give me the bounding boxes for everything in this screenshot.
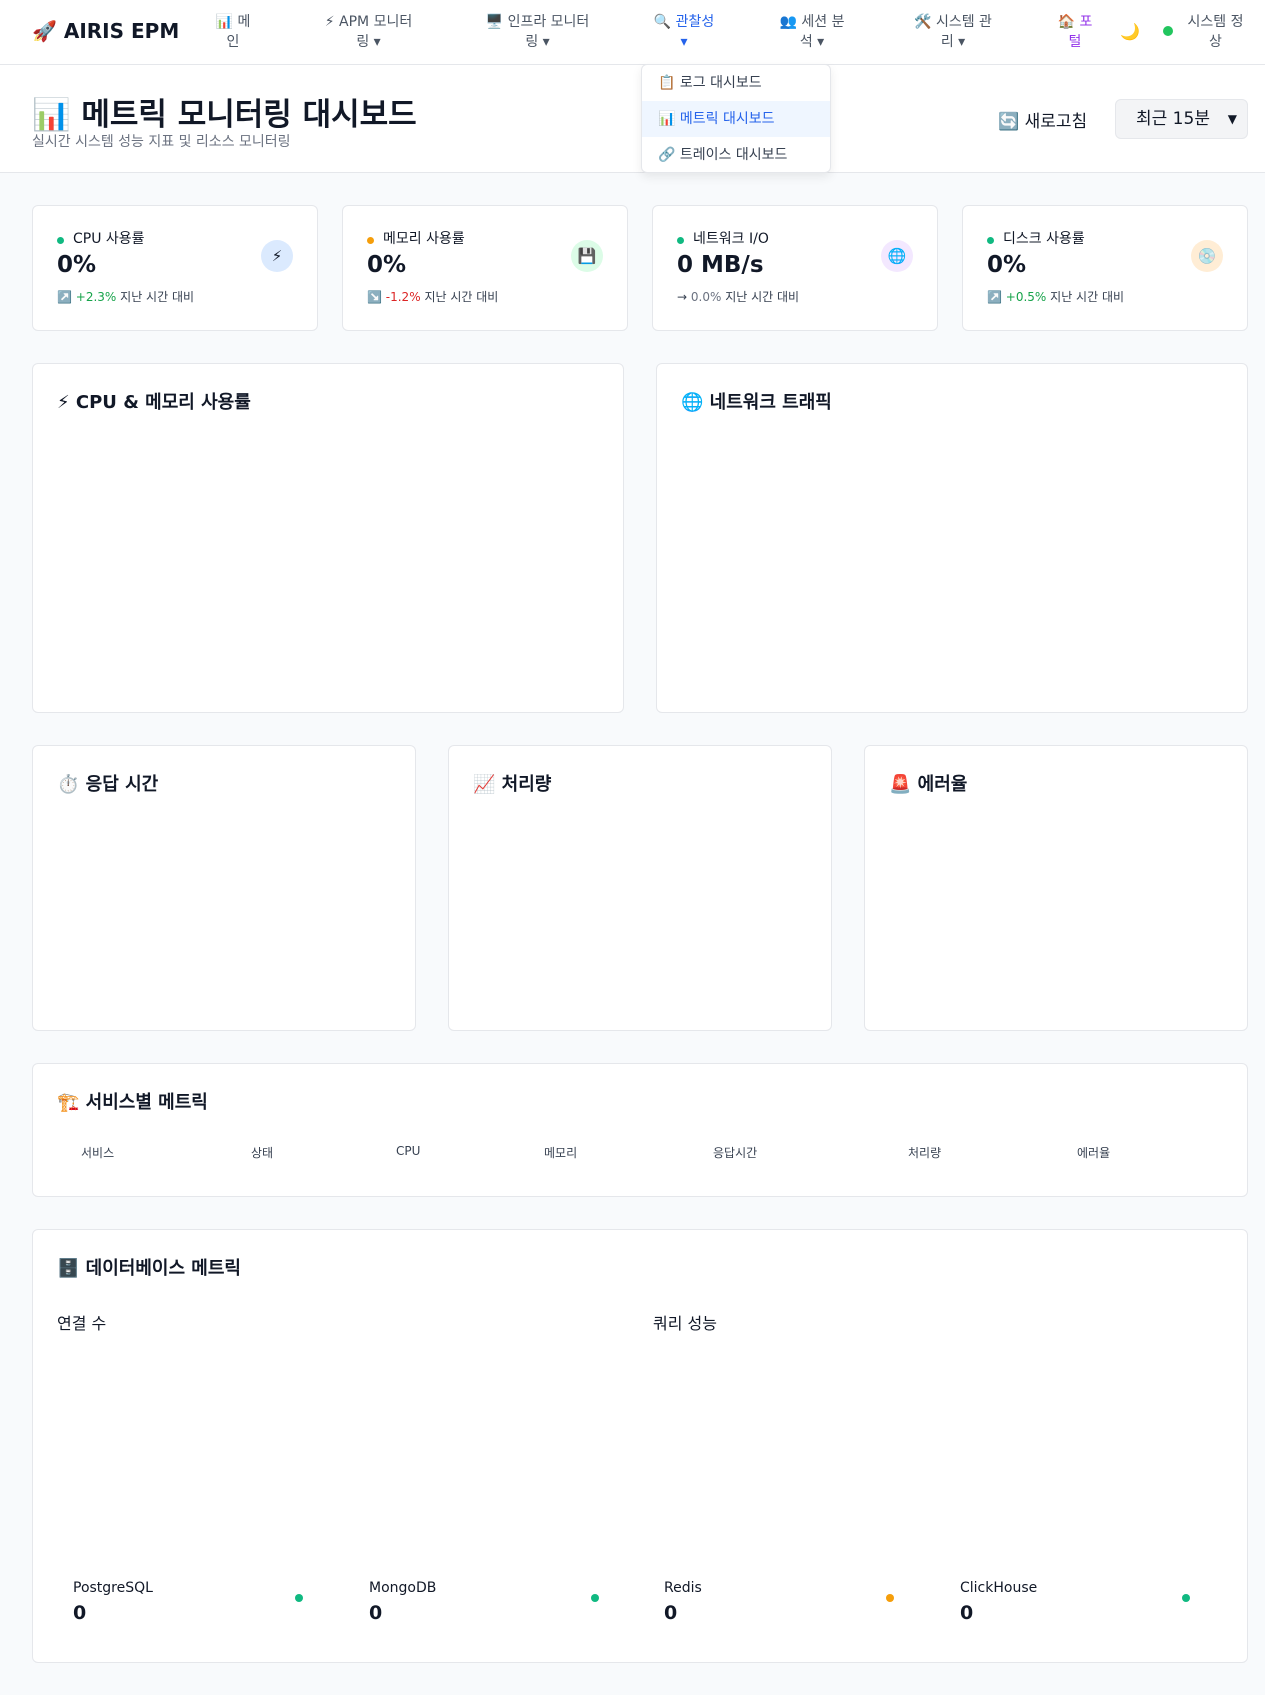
db-name: Redis: [664, 1580, 702, 1596]
status-dot: [886, 1594, 894, 1602]
page-title: 📊 메트릭 모니터링 대시보드: [32, 97, 417, 133]
stat-change: ↗️ +0.5% 지난 시간 대비: [987, 290, 1125, 304]
stat-change: ↗️ +2.3% 지난 시간 대비: [57, 290, 195, 304]
globe-icon: 🌐: [881, 240, 913, 272]
db-item-mongodb: MongoDB 0: [353, 1580, 613, 1640]
nav-system-admin[interactable]: 🛠️ 시스템 관 리 ▾: [910, 12, 996, 52]
nav-observability[interactable]: 🔍 관찰성 ▾: [650, 12, 718, 52]
floppy-disk-icon: 💾: [571, 240, 603, 272]
column-header-status[interactable]: 상태: [251, 1144, 273, 1161]
status-dot: [591, 1594, 599, 1602]
refresh-button[interactable]: 🔄 새로고침: [998, 107, 1087, 132]
stat-card-network: 네트워크 I/O 0 MB/s → 0.0% 지난 시간 대비 🌐: [652, 205, 938, 331]
status-dot: [295, 1594, 303, 1602]
observability-dropdown: 📋 로그 대시보드 📊 메트릭 대시보드 🔗 트레이스 대시보드: [641, 64, 831, 173]
column-header-service[interactable]: 서비스: [81, 1144, 114, 1161]
status-dot: [987, 237, 994, 244]
panel-title: 📈 처리량: [473, 774, 552, 795]
connections-label: 연결 수: [57, 1314, 107, 1333]
db-item-postgresql: PostgreSQL 0: [57, 1580, 317, 1640]
column-header-cpu[interactable]: CPU: [396, 1144, 420, 1158]
panel-title: 🗄️ 데이터베이스 메트릭: [57, 1258, 241, 1279]
nav-portal[interactable]: 🏠 포 털: [1055, 12, 1095, 52]
db-value: 0: [369, 1602, 383, 1624]
time-range-select[interactable]: 최근 15분 ▼: [1115, 99, 1248, 139]
stat-value: 0 MB/s: [677, 252, 764, 278]
column-header-response-time[interactable]: 응답시간: [713, 1144, 757, 1161]
system-status-label: 시스템 정 상: [1187, 14, 1244, 50]
db-item-redis: Redis 0: [648, 1580, 908, 1640]
db-value: 0: [73, 1602, 87, 1624]
stat-card-disk: 디스크 사용률 0% ↗️ +0.5% 지난 시간 대비 💿: [962, 205, 1248, 331]
brand-logo[interactable]: 🚀 AIRIS EPM: [32, 19, 179, 43]
lightning-icon: ⚡: [261, 240, 293, 272]
panel-title: 🌐 네트워크 트래픽: [681, 392, 832, 413]
top-navigation: 🚀 AIRIS EPM 📊 메 인 ⚡ APM 모니터 링 ▾ 🖥️ 인프라 모…: [0, 0, 1265, 65]
nav-main[interactable]: 📊 메 인: [213, 12, 253, 52]
stat-label: 네트워크 I/O: [693, 231, 769, 247]
status-dot: [367, 237, 374, 244]
service-metrics-panel: 🏗️ 서비스별 메트릭 서비스 상태 CPU 메모리 응답시간 처리량 에러율: [32, 1063, 1248, 1197]
chart-panel-error-rate: 🚨 에러율: [864, 745, 1248, 1031]
column-header-error-rate[interactable]: 에러율: [1077, 1144, 1110, 1161]
chevron-down-icon: ▼: [1227, 112, 1237, 126]
chart-panel-cpu-memory: ⚡ CPU & 메모리 사용률: [32, 363, 624, 713]
nav-session-analysis[interactable]: 👥 세션 분 석 ▾: [776, 12, 848, 52]
column-header-memory[interactable]: 메모리: [544, 1144, 577, 1161]
stat-value: 0%: [57, 252, 97, 278]
stat-label: 메모리 사용률: [383, 231, 465, 247]
chart-panel-response-time: ⏱️ 응답 시간: [32, 745, 416, 1031]
db-item-clickhouse: ClickHouse 0: [944, 1580, 1204, 1640]
stat-value: 0%: [367, 252, 407, 278]
stat-value: 0%: [987, 252, 1027, 278]
query-performance-label: 쿼리 성능: [653, 1314, 717, 1333]
system-status-indicator: [1163, 26, 1173, 36]
db-name: PostgreSQL: [73, 1580, 153, 1596]
panel-title: 🏗️ 서비스별 메트릭: [57, 1092, 208, 1113]
stat-card-cpu: CPU 사용률 0% ↗️ +2.3% 지난 시간 대비 ⚡: [32, 205, 318, 331]
page-subtitle: 실시간 시스템 성능 지표 및 리소스 모니터링: [32, 134, 291, 150]
menu-metric-dashboard[interactable]: 📊 메트릭 대시보드: [642, 101, 830, 137]
panel-title: ⚡ CPU & 메모리 사용률: [57, 392, 251, 413]
menu-log-dashboard[interactable]: 📋 로그 대시보드: [642, 65, 830, 101]
status-dot: [677, 237, 684, 244]
nav-infra-monitoring[interactable]: 🖥️ 인프라 모니터 링 ▾: [480, 12, 595, 52]
stat-label: 디스크 사용률: [1003, 231, 1085, 247]
panel-title: ⏱️ 응답 시간: [57, 774, 159, 795]
page-header: 📊 메트릭 모니터링 대시보드 실시간 시스템 성능 지표 및 리소스 모니터링…: [0, 65, 1265, 173]
column-header-throughput[interactable]: 처리량: [908, 1144, 941, 1161]
stat-change: → 0.0% 지난 시간 대비: [677, 290, 800, 304]
stat-label: CPU 사용률: [73, 231, 145, 247]
chart-panel-network-traffic: 🌐 네트워크 트래픽: [656, 363, 1248, 713]
stat-card-memory: 메모리 사용률 0% ↘️ -1.2% 지난 시간 대비 💾: [342, 205, 628, 331]
status-dot: [1182, 1594, 1190, 1602]
dark-mode-toggle-icon[interactable]: 🌙: [1120, 22, 1140, 41]
chart-panel-throughput: 📈 처리량: [448, 745, 832, 1031]
database-metrics-panel: 🗄️ 데이터베이스 메트릭 연결 수 쿼리 성능 PostgreSQL 0 Mo…: [32, 1229, 1248, 1663]
db-value: 0: [664, 1602, 678, 1624]
db-value: 0: [960, 1602, 974, 1624]
db-name: ClickHouse: [960, 1580, 1038, 1596]
panel-title: 🚨 에러율: [889, 774, 968, 795]
time-range-value: 최근 15분: [1136, 109, 1210, 129]
status-dot: [57, 237, 64, 244]
nav-apm-monitoring[interactable]: ⚡ APM 모니터 링 ▾: [316, 12, 421, 52]
stat-change: ↘️ -1.2% 지난 시간 대비: [367, 290, 499, 304]
db-name: MongoDB: [369, 1580, 437, 1596]
disk-icon: 💿: [1191, 240, 1223, 272]
menu-trace-dashboard[interactable]: 🔗 트레이스 대시보드: [642, 137, 830, 173]
